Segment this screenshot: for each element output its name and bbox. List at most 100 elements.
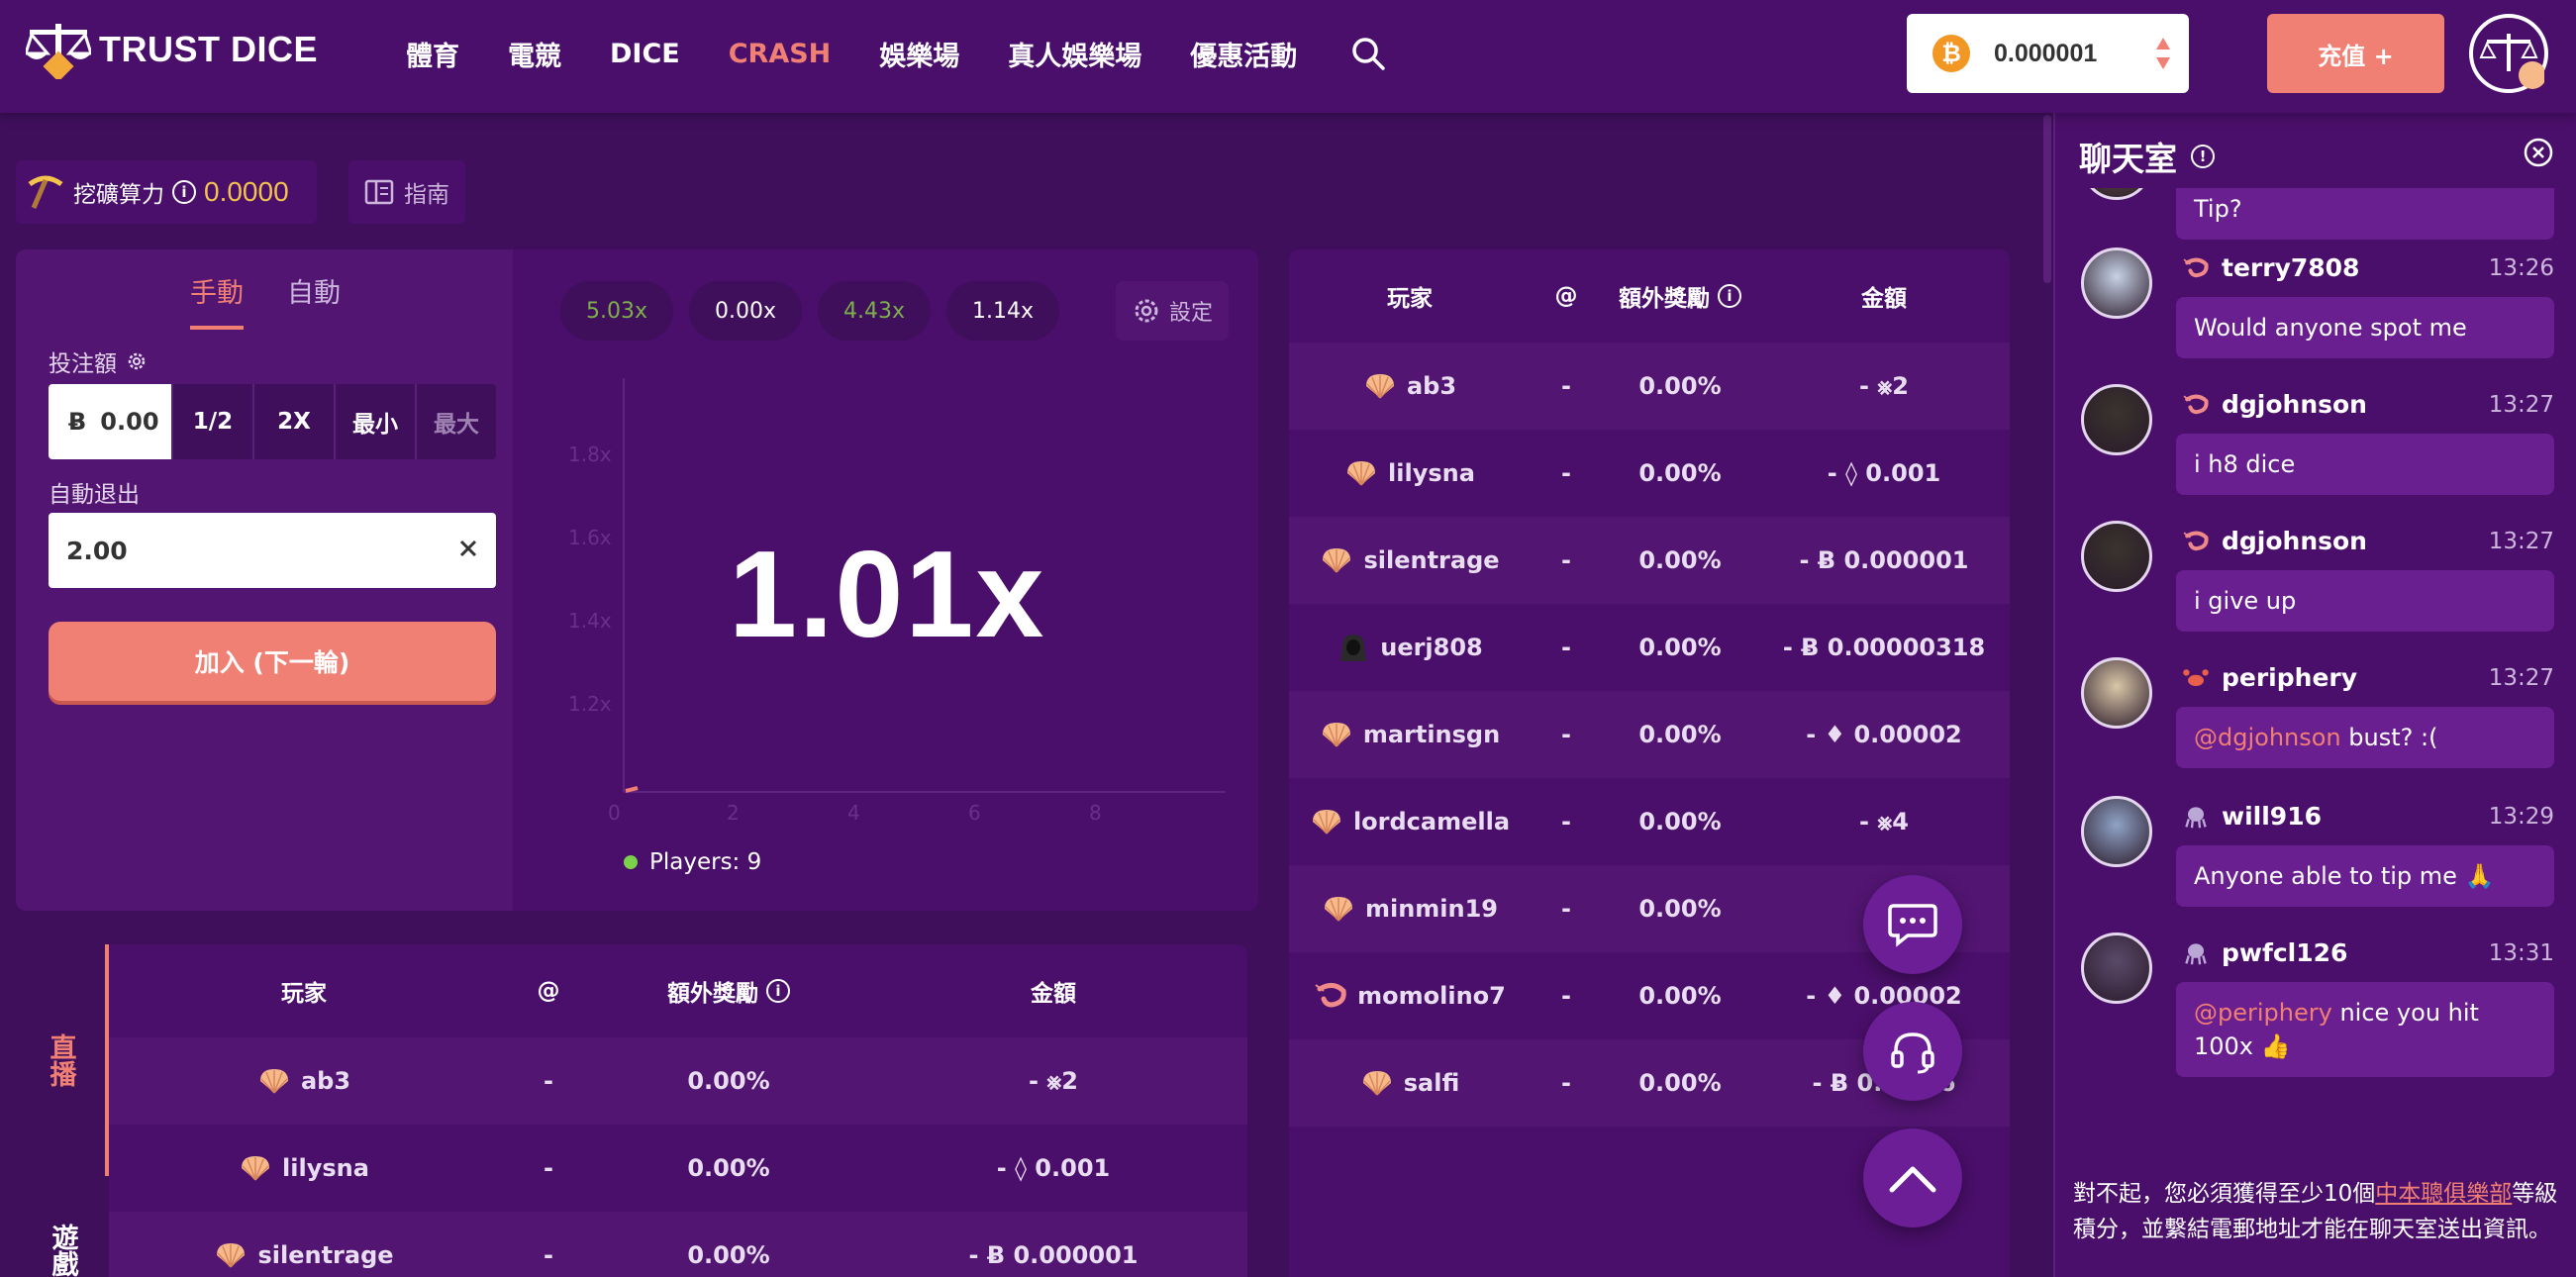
scroll-top-button[interactable] (1863, 1129, 1962, 1228)
player-cell[interactable]: lilysna (109, 1153, 499, 1183)
nav-esports[interactable]: 電競 (508, 35, 561, 73)
tab-auto[interactable]: 自動 (287, 271, 341, 330)
autoexit-input[interactable]: 2.00 (49, 513, 496, 588)
info-icon[interactable]: ! (2191, 145, 2215, 168)
chat-username-text[interactable]: pwfcl126 (2222, 938, 2347, 967)
chat-bubble: Would anyone spot me (2176, 297, 2554, 358)
history-pill[interactable]: 4.43x (818, 281, 932, 341)
player-name[interactable]: momolino7 (1357, 982, 1506, 1010)
player-name[interactable]: ab3 (301, 1067, 350, 1095)
nav-live-casino[interactable]: 真人娛樂場 (1008, 35, 1141, 73)
player-cell[interactable]: minmin19 (1289, 894, 1531, 924)
sort-arrows-icon[interactable] (2155, 36, 2171, 71)
user-avatar[interactable] (2081, 933, 2152, 1004)
at-cell: - (1561, 982, 1571, 1010)
chat-timestamp: 13:27 (2488, 529, 2554, 554)
chat-username-text[interactable]: dgjohnson (2222, 390, 2367, 419)
chat-username-text[interactable]: will916 (2222, 802, 2322, 831)
gear-icon[interactable] (125, 349, 149, 373)
nav-dice[interactable]: DICE (610, 39, 680, 69)
chat-username[interactable]: pwfcl126 (2178, 938, 2347, 967)
player-cell[interactable]: salfi (1289, 1068, 1531, 1098)
player-cell[interactable]: momolino7 (1289, 981, 1531, 1011)
chat-username-text[interactable]: periphery (2222, 663, 2357, 692)
player-name[interactable]: lilysna (282, 1154, 369, 1182)
player-cell[interactable]: lilysna (1289, 458, 1531, 488)
user-avatar[interactable] (2081, 188, 2152, 200)
chevron-up-icon (1889, 1166, 1936, 1193)
player-cell[interactable]: martinsgn (1289, 720, 1531, 749)
player-name[interactable]: silentrage (257, 1241, 393, 1269)
player-cell[interactable]: ab3 (109, 1066, 499, 1096)
chat-bubble-icon (1888, 904, 1937, 947)
tab-games[interactable]: 遊戲 (16, 1224, 109, 1277)
satoshi-club-link[interactable]: 中本聰俱樂部 (2375, 1181, 2512, 1207)
chat-timestamp: 13:29 (2488, 804, 2554, 830)
player-cell[interactable]: lordcamella (1289, 807, 1531, 836)
user-avatar[interactable] (2081, 657, 2152, 729)
half-button[interactable]: 1/2 (171, 384, 252, 459)
player-name[interactable]: ab3 (1407, 372, 1456, 400)
guide-button[interactable]: 指南 (348, 160, 465, 224)
history-pill[interactable]: 0.00x (689, 281, 803, 341)
clear-icon[interactable] (456, 537, 480, 560)
y-tick: 1.8x (568, 442, 612, 466)
balance-selector[interactable]: ₿ 0.000001 (1907, 14, 2189, 93)
history-pill[interactable]: 5.03x (560, 281, 674, 341)
bet-amount-input[interactable]: Ƀ 0.00 (49, 384, 171, 459)
nav-sports[interactable]: 體育 (406, 35, 459, 73)
double-button[interactable]: 2X (252, 384, 334, 459)
chat-toggle-button[interactable] (1863, 875, 1962, 974)
player-name[interactable]: lordcamella (1353, 808, 1510, 835)
chat-username[interactable]: will916 (2178, 802, 2322, 831)
bet-amount-label: 投注額 (49, 344, 149, 378)
chat-username-text[interactable]: dgjohnson (2222, 527, 2367, 555)
player-cell[interactable]: uerj808 (1289, 633, 1531, 662)
player-name[interactable]: lilysna (1388, 459, 1475, 487)
player-cell[interactable]: ab3 (1289, 371, 1531, 401)
col-bonus-label: 額外獎勵 (1619, 286, 1710, 312)
player-cell[interactable]: silentrage (1289, 545, 1531, 575)
logo[interactable]: TRUST DICE (26, 20, 318, 79)
player-name[interactable]: uerj808 (1380, 634, 1483, 661)
user-avatar[interactable] (2081, 247, 2152, 319)
chat-messages[interactable]: Tip? terry7808 13:26 Would anyone spot me dg… (2055, 188, 2576, 1237)
player-cell[interactable]: silentrage (109, 1240, 499, 1270)
chat-username-text[interactable]: terry7808 (2222, 253, 2359, 282)
chat-username[interactable]: periphery (2178, 663, 2357, 692)
tab-live[interactable]: 直播 (16, 944, 109, 1176)
mention-link[interactable]: @periphery (2194, 999, 2332, 1027)
player-name[interactable]: salfi (1404, 1069, 1460, 1097)
table-row: lilysna - 0.00% - ◊ 0.001 (1289, 430, 2010, 517)
amount-cell: - ⨳4 (1859, 808, 1909, 835)
max-button[interactable]: 最大 (415, 384, 496, 459)
user-avatar[interactable] (2469, 14, 2548, 93)
mention-link[interactable]: @dgjohnson (2194, 724, 2341, 751)
chat-username[interactable]: terry7808 (2178, 253, 2359, 282)
player-name[interactable]: martinsgn (1363, 721, 1500, 748)
info-icon[interactable]: i (172, 180, 196, 204)
nav-promotions[interactable]: 優惠活動 (1190, 35, 1297, 73)
user-avatar[interactable] (2081, 384, 2152, 455)
nav-casino[interactable]: 娛樂場 (879, 35, 959, 73)
history-pill[interactable]: 1.14x (946, 281, 1060, 341)
chat-username[interactable]: dgjohnson (2178, 390, 2367, 419)
join-next-round-button[interactable]: 加入 (下一輪) (49, 622, 496, 701)
info-icon[interactable]: i (766, 979, 790, 1003)
player-name[interactable]: minmin19 (1365, 895, 1498, 923)
min-button[interactable]: 最小 (334, 384, 415, 459)
user-avatar[interactable] (2081, 521, 2152, 592)
player-name[interactable]: silentrage (1363, 546, 1499, 574)
search-icon[interactable] (1349, 35, 1387, 72)
info-icon[interactable]: i (1718, 284, 1741, 308)
close-icon[interactable] (2523, 137, 2554, 168)
deposit-button[interactable]: 充值 + (2267, 14, 2444, 93)
support-button[interactable] (1863, 1002, 1962, 1101)
tab-manual[interactable]: 手動 (190, 271, 244, 330)
nav-crash[interactable]: CRASH (729, 39, 832, 69)
chat-bubble: Tip? (2176, 188, 2554, 240)
chat-username[interactable]: dgjohnson (2178, 527, 2367, 555)
main-scrollbar[interactable] (2043, 115, 2051, 283)
user-avatar[interactable] (2081, 796, 2152, 867)
settings-button[interactable]: 設定 (1115, 281, 1229, 341)
